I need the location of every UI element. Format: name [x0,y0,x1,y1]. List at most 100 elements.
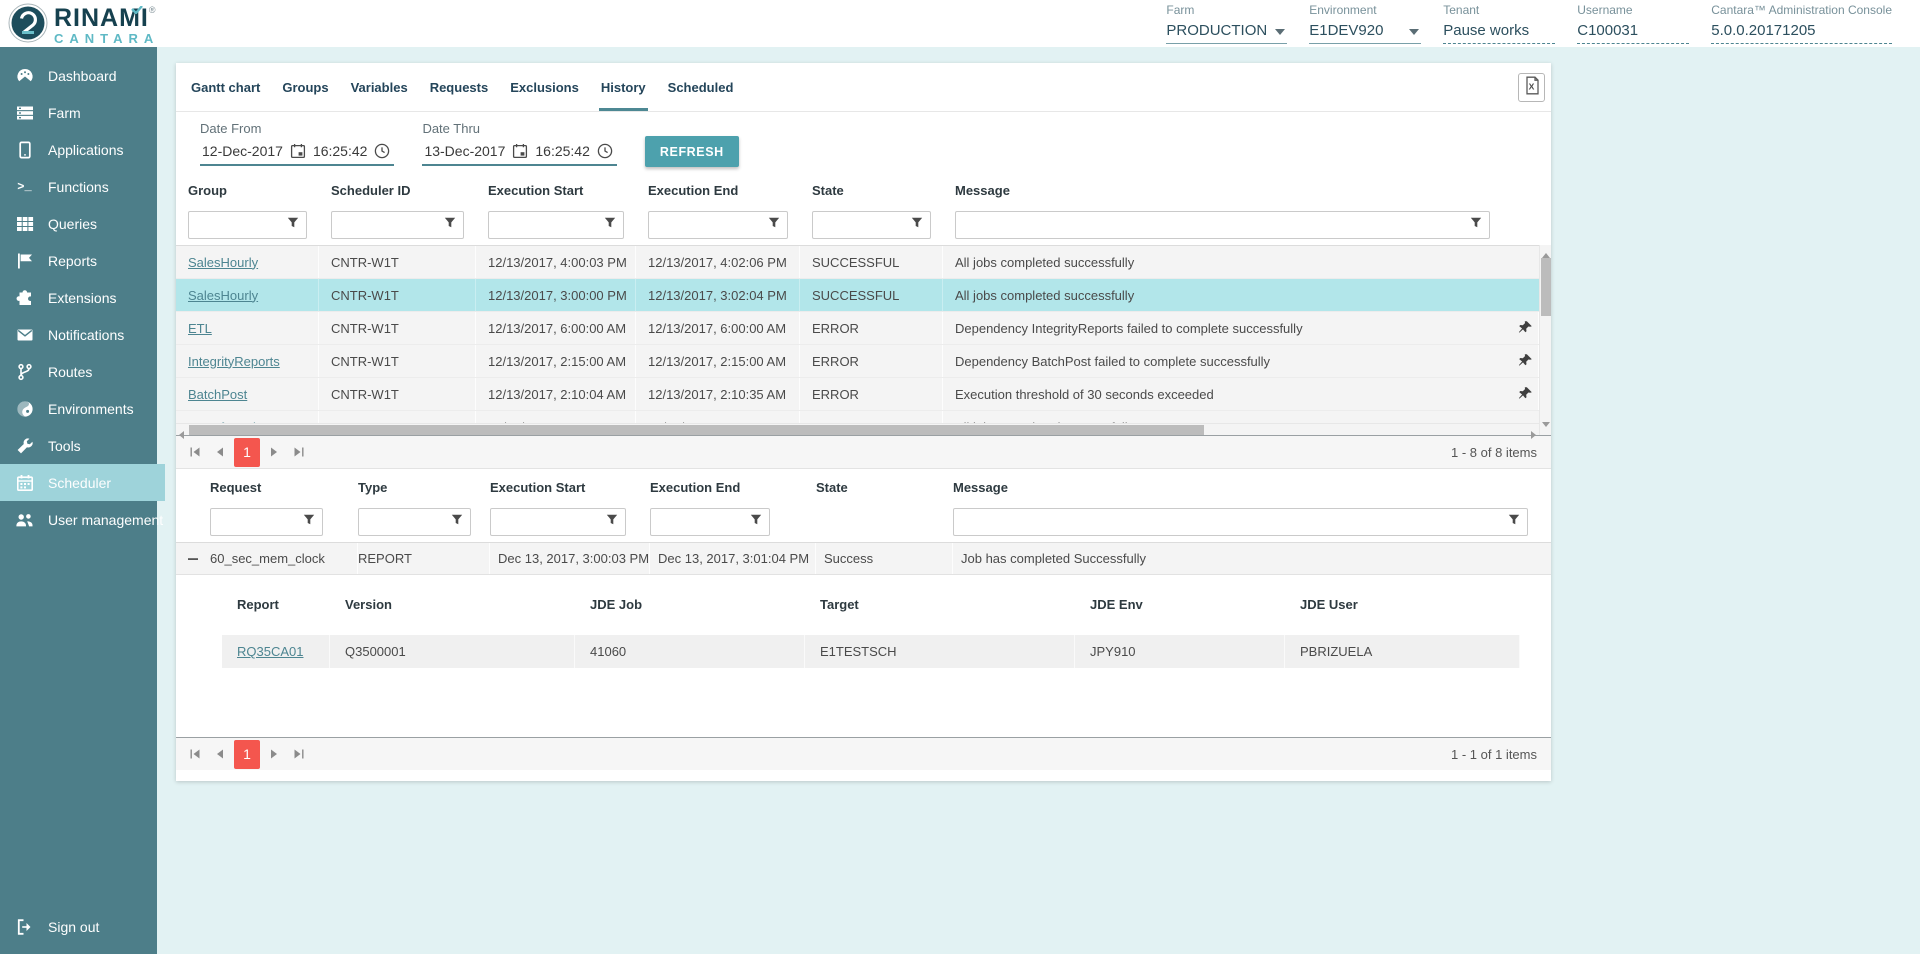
current-page-button[interactable]: 1 [234,438,260,467]
filter-funnel-icon[interactable] [911,216,923,234]
pin-icon[interactable] [1517,320,1533,339]
column-header-target[interactable]: Target [805,597,1075,612]
first-page-icon[interactable] [184,441,206,463]
request-row[interactable]: 60_sec_mem_clock REPORT Dec 13, 2017, 3:… [176,542,1551,575]
last-page-icon[interactable] [288,441,310,463]
first-page-icon[interactable] [184,743,206,765]
tab-requests[interactable]: Requests [419,63,500,111]
sign-out-button[interactable]: Sign out [0,908,157,945]
filter-funnel-icon[interactable] [451,513,463,531]
time-thru-input[interactable]: 16:25:42 [535,143,590,159]
sidebar-item-functions[interactable]: >_ Functions [0,168,157,205]
sidebar-item-applications[interactable]: Applications [0,131,157,168]
type-filter-input[interactable] [359,510,451,534]
tab-exclusions[interactable]: Exclusions [499,63,590,111]
tab-variables[interactable]: Variables [340,63,419,111]
environment-select[interactable]: Environment E1DEV920 [1309,3,1421,44]
table-row[interactable]: SalesHourly CNTR-W1T 12/13/2017, 4:00:03… [176,246,1539,279]
group-link[interactable]: ETL [188,321,212,336]
filter-funnel-icon[interactable] [604,216,616,234]
group-link[interactable]: BatchPost [188,387,247,402]
tab-scheduled[interactable]: Scheduled [657,63,745,111]
tab-groups[interactable]: Groups [271,63,339,111]
table-row[interactable]: ManufacturingAccounting CNTR-W1T 12/13/2… [176,411,1539,423]
group-link[interactable]: SalesHourly [188,255,258,270]
refresh-button[interactable]: REFRESH [645,136,739,167]
column-header-jde-user[interactable]: JDE User [1285,597,1520,612]
execution-start-filter-input[interactable] [489,213,604,237]
column-header-group[interactable]: Group [176,183,319,198]
table-row[interactable]: ETL CNTR-W1T 12/13/2017, 6:00:00 AM 12/1… [176,312,1539,345]
message-filter-input[interactable] [956,213,1470,237]
tab-history[interactable]: History [590,63,657,111]
filter-funnel-icon[interactable] [303,513,315,531]
filter-funnel-icon[interactable] [287,216,299,234]
filter-funnel-icon[interactable] [1470,216,1482,234]
scroll-right-icon[interactable] [1529,426,1537,444]
prev-page-icon[interactable] [209,743,231,765]
sidebar-item-scheduler[interactable]: Scheduler [0,464,165,501]
date-from-input[interactable]: 12-Dec-2017 [202,143,283,159]
sidebar-item-dashboard[interactable]: Dashboard [0,57,157,94]
horizontal-scroll-thumb[interactable] [189,425,1204,435]
column-header-jde-job[interactable]: JDE Job [575,597,805,612]
group-link[interactable]: IntegrityReports [188,354,280,369]
column-header-version[interactable]: Version [330,597,575,612]
filter-funnel-icon[interactable] [606,513,618,531]
sidebar-item-notifications[interactable]: Notifications [0,316,157,353]
date-thru-input[interactable]: 13-Dec-2017 [424,143,505,159]
sidebar-item-environments[interactable]: Environments [0,390,157,427]
filter-funnel-icon[interactable] [768,216,780,234]
pin-icon[interactable] [1517,353,1533,372]
table-row[interactable]: SalesHourly CNTR-W1T 12/13/2017, 3:00:00… [176,279,1539,312]
execution-end-filter-input[interactable] [649,213,768,237]
column-header-message[interactable]: Message [953,480,1551,495]
column-header-state[interactable]: State [800,183,943,198]
report-link[interactable]: RQ35CA01 [237,644,303,659]
vertical-scrollbar[interactable] [1539,245,1551,435]
sidebar-item-farm[interactable]: Farm [0,94,157,131]
table-row[interactable]: IntegrityReports CNTR-W1T 12/13/2017, 2:… [176,345,1539,378]
jde-detail-row[interactable]: RQ35CA01 Q3500001 41060 E1TESTSCH JPY910… [222,635,1520,668]
export-excel-button[interactable]: X [1518,73,1545,102]
column-header-state[interactable]: State [816,480,953,495]
horizontal-scrollbar[interactable] [176,423,1539,435]
state-filter-input[interactable] [813,213,911,237]
prev-page-icon[interactable] [209,441,231,463]
time-from-input[interactable]: 16:25:42 [313,143,368,159]
scroll-down-icon[interactable] [1542,415,1550,433]
column-header-report[interactable]: Report [222,597,330,612]
filter-funnel-icon[interactable] [444,216,456,234]
execution-start-filter-input[interactable] [491,510,606,534]
vertical-scroll-thumb[interactable] [1541,258,1551,316]
execution-end-filter-input[interactable] [651,510,750,534]
sidebar-item-tools[interactable]: Tools [0,427,157,464]
message-filter-input[interactable] [954,510,1508,534]
scheduler-id-filter-input[interactable] [332,213,444,237]
sidebar-item-user-management[interactable]: User management [0,501,157,538]
group-link[interactable]: SalesHourly [188,288,258,303]
pin-icon[interactable] [1517,386,1533,405]
column-header-type[interactable]: Type [358,480,490,495]
group-filter-input[interactable] [189,213,287,237]
column-header-request[interactable]: Request [210,480,358,495]
column-header-jde-env[interactable]: JDE Env [1075,597,1285,612]
farm-select[interactable]: Farm PRODUCTION [1166,3,1287,44]
sidebar-item-reports[interactable]: Reports [0,242,157,279]
current-page-button[interactable]: 1 [234,740,260,769]
sidebar-item-queries[interactable]: Queries [0,205,157,242]
column-header-message[interactable]: Message [943,183,1539,198]
tab-gantt-chart[interactable]: Gantt chart [180,63,271,111]
request-filter-input[interactable] [211,510,303,534]
column-header-execution-start[interactable]: Execution Start [490,480,650,495]
next-page-icon[interactable] [263,743,285,765]
clock-icon[interactable] [374,143,390,159]
column-header-execution-end[interactable]: Execution End [650,480,816,495]
column-header-scheduler-id[interactable]: Scheduler ID [319,183,476,198]
last-page-icon[interactable] [288,743,310,765]
sidebar-item-routes[interactable]: Routes [0,353,157,390]
filter-funnel-icon[interactable] [1508,513,1520,531]
scroll-left-icon[interactable] [178,426,186,444]
table-row[interactable]: BatchPost CNTR-W1T 12/13/2017, 2:10:04 A… [176,378,1539,411]
calendar-icon[interactable] [290,143,306,159]
